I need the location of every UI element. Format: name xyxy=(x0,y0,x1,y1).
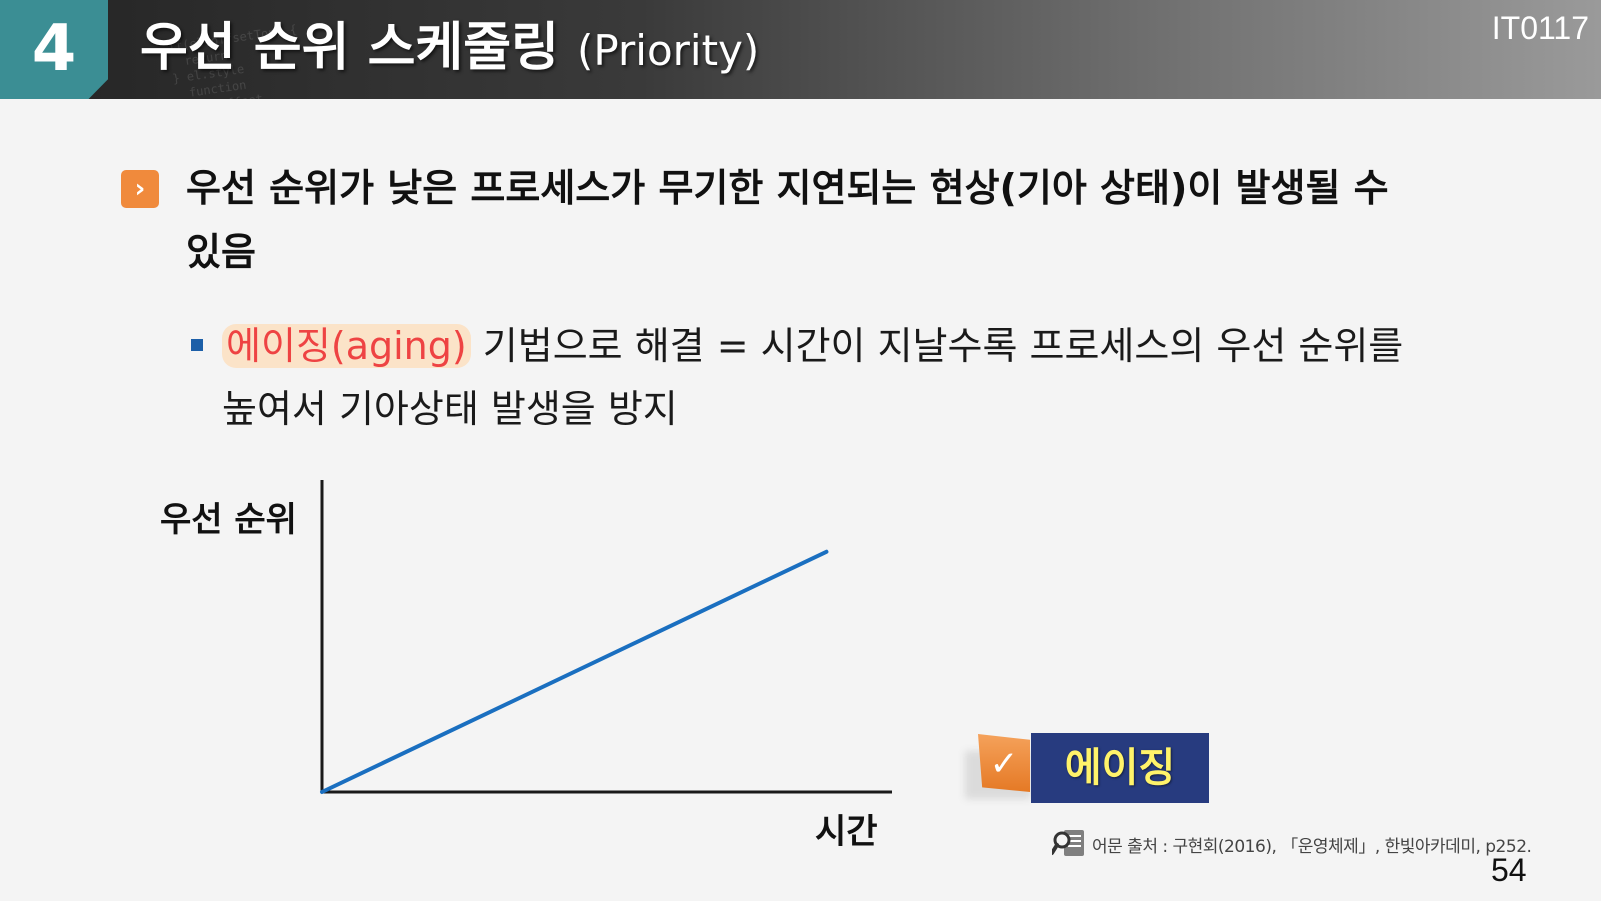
page-title: 우선 순위 스케줄링 (Priority) xyxy=(140,16,759,83)
page-title-english: (Priority) xyxy=(577,26,760,75)
course-code: IT0117 xyxy=(1491,10,1589,46)
priority-aging-chart xyxy=(320,480,892,794)
series-line xyxy=(320,549,829,794)
chart-x-axis-label: 시간 xyxy=(815,812,878,852)
chevron-right-icon: › xyxy=(121,170,159,208)
slide-header: if(el.offsetTop) { return } el.style fun… xyxy=(0,0,1601,99)
checkmark-icon: ✓ xyxy=(978,734,1030,792)
sub-bullet-text: 에이징(aging) 기법으로 해결 = 시간이 지날수록 프로세스의 우선 순… xyxy=(222,315,1422,441)
aging-tag-label: 에이징 xyxy=(1031,733,1209,803)
aging-highlight: 에이징(aging) xyxy=(222,324,471,368)
page-number: 54 xyxy=(1491,852,1527,888)
chart-y-axis-label: 우선 순위 xyxy=(160,500,297,540)
section-number-badge: 4 xyxy=(0,0,108,99)
square-bullet-icon xyxy=(191,339,203,351)
page-title-korean: 우선 순위 스케줄링 xyxy=(140,18,559,78)
magnifier-icon xyxy=(1052,830,1084,856)
source-citation: 어문 출처 : 구현회(2016), 「운영체제」, 한빛아카데미, p252. xyxy=(1092,837,1532,857)
main-bullet-text: 우선 순위가 낮은 프로세스가 무기한 지연되는 현상(기아 상태)이 발생될 … xyxy=(186,166,1389,274)
